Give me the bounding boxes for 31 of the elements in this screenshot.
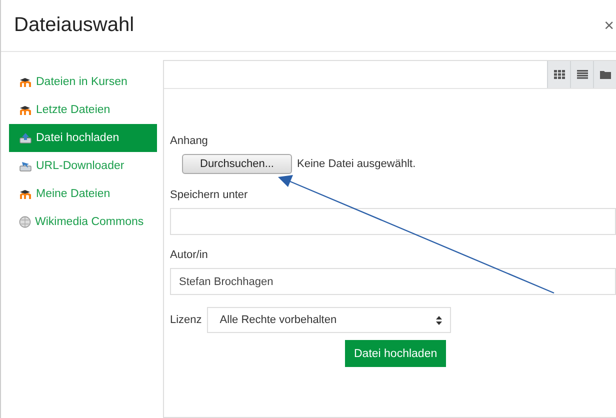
field-label: Lizenz	[170, 314, 202, 326]
hat-logo-icon	[19, 188, 32, 200]
dialog-title: Dateiauswahl	[14, 14, 134, 37]
field-label: Anhang	[170, 135, 209, 147]
sort-caret-icon	[436, 316, 442, 324]
field-label: Autor/in	[170, 249, 209, 261]
save-as-field[interactable]	[170, 208, 616, 235]
author-field[interactable]: Stefan Brochhagen	[170, 268, 616, 295]
globe-icon	[19, 216, 31, 228]
repository-item[interactable]: Datei hochladen	[9, 124, 157, 152]
upload-icon	[19, 132, 32, 144]
list-view-icon	[576, 70, 588, 79]
view-button[interactable]	[593, 61, 616, 88]
grid-view-icon	[554, 70, 564, 79]
license-select[interactable]: Alle Rechte vorbehalten	[206, 307, 451, 333]
repository-item[interactable]: Letzte Dateien	[9, 96, 157, 124]
upload-button[interactable]: Datei hochladen	[345, 340, 446, 367]
hat-logo-icon	[19, 104, 32, 116]
repository-item[interactable]: Dateien in Kursen	[9, 68, 157, 96]
browse-button[interactable]: Durchsuchen...	[182, 154, 292, 174]
repository-item[interactable]: Meine Dateien	[9, 180, 157, 208]
hat-logo-icon	[19, 76, 32, 88]
download-icon	[19, 160, 32, 172]
repository-item[interactable]: URL-Downloader	[9, 152, 157, 180]
view-button[interactable]	[547, 61, 570, 88]
folder-icon	[600, 70, 610, 79]
repository-item[interactable]: Wikimedia Commons	[9, 208, 157, 236]
close-button[interactable]: ×	[604, 16, 614, 36]
view-button[interactable]	[570, 61, 593, 88]
file-status: Keine Datei ausgewählt.	[297, 158, 416, 170]
field-label: Speichern unter	[170, 189, 249, 201]
